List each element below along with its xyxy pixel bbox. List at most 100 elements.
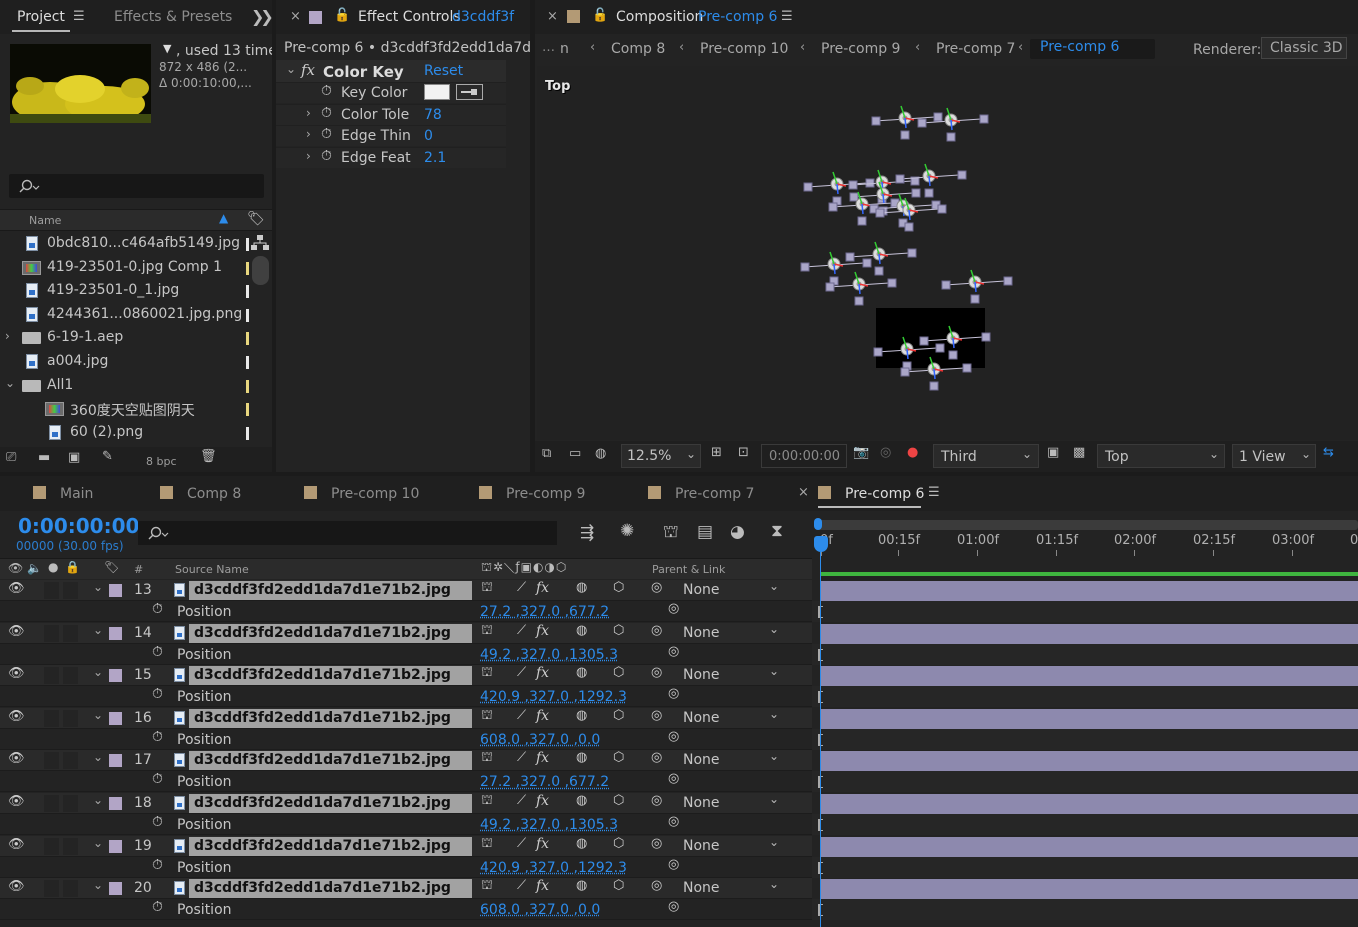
eye-icon[interactable]: 👁 <box>8 879 25 894</box>
timeline-tab[interactable]: × Pre-comp 6 ☰ <box>798 476 944 511</box>
label-color-chip[interactable] <box>246 356 249 369</box>
source-name-col[interactable]: Source Name <box>175 563 249 576</box>
monitor-icon[interactable]: ▭ <box>569 446 581 461</box>
stopwatch-icon[interactable]: ⏱ <box>321 105 332 121</box>
pickwhip-icon[interactable]: ◎ <box>651 580 662 595</box>
stopwatch-icon[interactable]: ⏱ <box>152 644 163 660</box>
effect-property-value[interactable]: 78 <box>424 107 442 123</box>
mask-icon[interactable]: ◍ <box>595 446 606 461</box>
key-color-swatch[interactable] <box>424 84 450 100</box>
new-comp-icon[interactable]: ▣ <box>68 450 80 465</box>
trash-icon[interactable]: 🗑 <box>200 449 217 464</box>
solo-box[interactable] <box>44 709 59 727</box>
3d-layer-switch-icon[interactable]: ⬡ <box>613 836 624 851</box>
position-value[interactable]: 420.9 ,327.0 ,1292.3 <box>480 689 627 705</box>
label-color-chip[interactable] <box>246 261 249 275</box>
layer-duration-bar[interactable] <box>820 666 1358 687</box>
adjustment-switch-icon[interactable]: ◍ <box>576 836 587 851</box>
nav-ellipsis[interactable]: … <box>542 40 555 55</box>
label-swatch[interactable] <box>109 711 122 725</box>
lock-box[interactable] <box>63 837 78 855</box>
solo-box[interactable] <box>44 667 59 685</box>
adjustment-switch-icon[interactable]: ◍ <box>576 665 587 680</box>
fx-switch-icon[interactable]: fx <box>536 878 549 894</box>
collapse-arrow-icon[interactable]: ⌄ <box>5 376 15 390</box>
lock-box[interactable] <box>63 667 78 685</box>
flowchart-icon[interactable] <box>251 235 269 251</box>
timeline-search-input[interactable] <box>138 521 557 545</box>
layer-duration-bar[interactable] <box>820 794 1358 814</box>
label-swatch[interactable] <box>109 754 122 768</box>
eye-icon[interactable]: 👁 <box>8 837 25 852</box>
project-item[interactable]: 419-23501-0.jpg Comp 1 <box>0 257 250 280</box>
stopwatch-icon[interactable]: ⏱ <box>152 686 163 702</box>
close-icon[interactable]: × <box>798 485 809 500</box>
cti-head[interactable] <box>814 536 828 552</box>
solo-box[interactable] <box>44 880 59 898</box>
project-item[interactable]: a004.jpg <box>0 351 250 374</box>
overflow-chevron-icon[interactable]: ❯❯ <box>251 7 272 26</box>
layer-duration-bar[interactable] <box>820 708 1358 729</box>
composition-tab[interactable]: Composition <box>616 9 703 25</box>
project-scrollbar[interactable] <box>252 256 269 285</box>
layer-name-field[interactable]: d3cddf3fd2edd1da7d1e71b2.jpg <box>189 836 472 856</box>
parent-dropdown[interactable]: None ⌄ <box>674 792 786 813</box>
collapse-arrow-icon[interactable]: ⌄ <box>93 750 103 764</box>
fx-switch-icon[interactable]: fx <box>536 750 549 766</box>
label-tag-icon[interactable]: 🏷 <box>247 211 265 227</box>
eye-icon[interactable]: 👁 <box>8 624 25 639</box>
lock-box[interactable] <box>63 752 78 770</box>
3d-layer-switch-icon[interactable]: ⬡ <box>613 623 624 638</box>
shy-switch-icon[interactable]: ⛫ <box>481 708 493 725</box>
quality-switch-icon[interactable]: ⟋ <box>517 878 526 893</box>
solo-box[interactable] <box>44 837 59 855</box>
expand-arrow-icon[interactable]: › <box>306 106 311 120</box>
shy-switch-icon[interactable]: ⛫ <box>481 580 493 597</box>
layer-transform-gizmo[interactable] <box>845 241 917 276</box>
work-area-start-handle[interactable] <box>814 518 822 530</box>
label-swatch[interactable] <box>109 797 122 810</box>
layer-name-field[interactable]: d3cddf3fd2edd1da7d1e71b2.jpg <box>189 581 472 600</box>
3d-layer-switch-icon[interactable]: ⬡ <box>613 665 624 680</box>
layer-row[interactable]: 👁 ⌄ 14 d3cddf3fd2edd1da7d1e71b2.jpg ⛫ ⟋ fx ◍ ⬡ ◎ N… <box>0 622 812 644</box>
label-color-chip[interactable] <box>246 308 249 322</box>
nav-item-truncated[interactable]: n <box>560 41 569 57</box>
fx-switch-icon[interactable]: fx <box>536 708 549 724</box>
adjustment-switch-icon[interactable]: ◍ <box>576 878 587 893</box>
fx-switch-icon[interactable]: fx <box>536 665 549 681</box>
stopwatch-icon[interactable]: ⏱ <box>152 814 163 830</box>
work-area-bar[interactable] <box>817 520 1358 530</box>
thumbnail-dropdown-icon[interactable]: ▼ <box>163 42 171 55</box>
layer-gizmos[interactable] <box>537 66 1358 440</box>
parent-dropdown[interactable]: None ⌄ <box>674 877 786 899</box>
solo-box[interactable] <box>44 795 59 812</box>
label-color-chip[interactable] <box>246 403 249 417</box>
tab-menu-icon[interactable]: ☰ <box>73 9 85 24</box>
expression-pickwhip-icon[interactable]: ◎ <box>668 899 679 914</box>
comp-nav-item[interactable]: Pre-comp 6 <box>1030 39 1156 59</box>
show-snapshot-icon[interactable]: ◎ <box>880 445 891 460</box>
renderer-button[interactable]: Classic 3D <box>1261 37 1347 59</box>
pickwhip-icon[interactable]: ◎ <box>651 665 662 680</box>
toggle-view-icon[interactable]: ⇆ <box>1323 445 1334 460</box>
3d-layer-switch-icon[interactable]: ⬡ <box>613 878 624 893</box>
region-icon[interactable]: ⊡ <box>738 445 749 460</box>
tab-project[interactable]: Project <box>17 9 65 25</box>
layer-row[interactable]: 👁 ⌄ 18 d3cddf3fd2edd1da7d1e71b2.jpg ⛫ ⟋ fx ◍ ⬡ ◎ N… <box>0 792 812 814</box>
layer-transform-gizmo[interactable] <box>919 325 991 360</box>
expression-pickwhip-icon[interactable]: ◎ <box>668 814 679 829</box>
pickwhip-icon[interactable]: ◎ <box>651 623 662 638</box>
shy-switch-icon[interactable]: ⛫ <box>481 665 493 682</box>
collapse-arrow-icon[interactable]: ⌄ <box>93 665 103 679</box>
motion-blur-icon[interactable]: ◕ <box>730 522 745 542</box>
reset-link[interactable]: Reset <box>424 63 463 79</box>
expand-chevron-icon[interactable]: ⌄ <box>286 62 296 76</box>
pickwhip-icon[interactable]: ◎ <box>651 793 662 808</box>
lock-icon[interactable]: 🔓 <box>592 8 608 23</box>
composition-tab-name[interactable]: Pre-comp 6 <box>698 9 777 25</box>
timeline-tab[interactable]: Pre-comp 9 <box>479 476 609 511</box>
layer-duration-bar[interactable] <box>820 623 1358 644</box>
layer-row[interactable]: 👁 ⌄ 20 d3cddf3fd2edd1da7d1e71b2.jpg ⛫ ⟋ fx ◍ ⬡ ◎ N… <box>0 877 812 900</box>
position-value[interactable]: 49.2 ,327.0 ,1305.3 <box>480 647 618 663</box>
effect-controls-layer[interactable]: d3cddf3f <box>452 9 514 25</box>
